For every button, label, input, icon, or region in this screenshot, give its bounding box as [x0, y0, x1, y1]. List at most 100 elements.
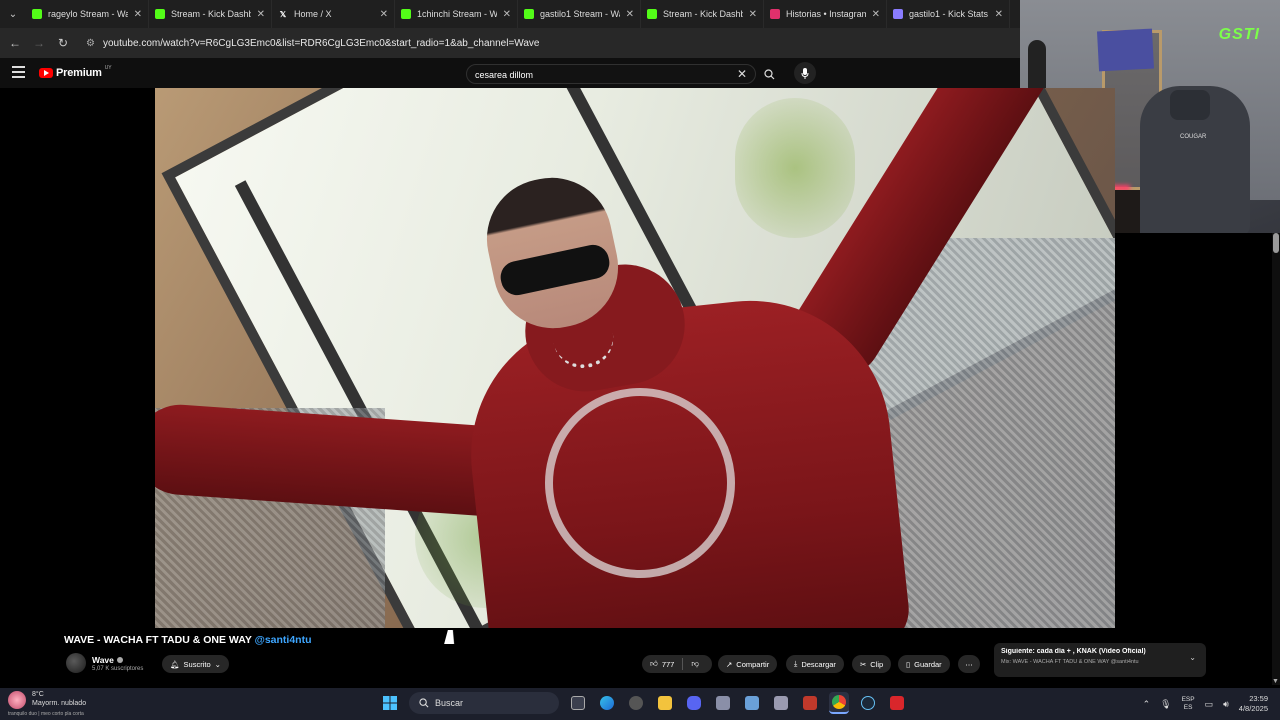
overlay-note: tranquilo duo | meo corto pla corta — [8, 711, 84, 717]
browser-tab[interactable]: 𝕏 Home / X ✕ — [272, 0, 395, 28]
bell-icon: 🔔︎ — [170, 659, 180, 669]
like-dislike-group: 👍︎ 777 👎︎ — [642, 655, 712, 673]
tab-strip: ⌄ rageylo Stream - Wa ✕ Stream - Kick Dash… — [0, 0, 1020, 28]
logo-text: Premium — [56, 67, 102, 79]
browser-tab[interactable]: gastilo1 Stream - Wa ✕ — [518, 0, 641, 28]
scissors-icon: ✂ — [860, 659, 867, 669]
browser-tab[interactable]: Historias • Instagram ✕ — [764, 0, 887, 28]
chrome-icon[interactable] — [829, 692, 849, 714]
clip-label: Clip — [870, 659, 884, 669]
browser-tab[interactable]: Stream - Kick Dashbo ✕ — [149, 0, 272, 28]
close-tab-icon[interactable]: ✕ — [872, 9, 880, 20]
subscriber-count: 5,07 K suscriptores — [92, 665, 144, 672]
back-icon[interactable]: ← — [8, 36, 22, 50]
chevron-up-icon[interactable]: ⌃ — [1143, 699, 1151, 710]
channel-name[interactable]: Wave — [92, 655, 114, 665]
scrollbar-thumb[interactable] — [1273, 233, 1279, 253]
save-label: Guardar — [914, 659, 942, 669]
tab-title: gastilo1 - Kick Stats — [909, 9, 989, 19]
youtube-play-icon — [39, 68, 53, 78]
kick-icon — [401, 9, 411, 19]
close-tab-icon[interactable]: ✕ — [257, 9, 265, 20]
chair-brand: COUGAR — [1180, 134, 1207, 140]
page-scrollbar[interactable]: ▼ — [1272, 233, 1280, 685]
tab-title: Historias • Instagram — [786, 9, 866, 19]
discord-icon[interactable] — [684, 692, 704, 714]
network-icon[interactable]: ▭ — [1205, 699, 1214, 710]
app-icon[interactable] — [771, 692, 791, 714]
browser-tab[interactable]: gastilo1 - Kick Stats ✕ — [887, 0, 1010, 28]
clock[interactable]: 23:59 4/8/2025 — [1239, 694, 1268, 714]
browser-tab[interactable]: rageylo Stream - Wa ✕ — [26, 0, 149, 28]
like-icon[interactable]: 👍︎ — [650, 659, 658, 669]
weather-widget[interactable]: 8°C Mayorm. nublado tranquilo duo | meo … — [8, 691, 86, 717]
subscribed-button[interactable]: 🔔︎ Suscrito ⌄ — [162, 655, 229, 673]
steam-icon[interactable] — [858, 692, 878, 714]
download-button[interactable]: ⤓ Descargar — [786, 655, 844, 673]
kick-icon — [524, 9, 534, 19]
mention-link[interactable]: @santi4ntu — [255, 634, 312, 646]
tab-title: gastilo1 Stream - Wa — [540, 9, 620, 19]
streaming-app-icon[interactable] — [800, 692, 820, 714]
start-button[interactable] — [380, 692, 400, 714]
share-icon: ↗ — [726, 659, 733, 669]
game-app-icon[interactable] — [626, 692, 646, 714]
app-icon[interactable] — [713, 692, 733, 714]
channel-avatar[interactable] — [66, 653, 86, 673]
taskbar: 8°C Mayorm. nublado tranquilo duo | meo … — [0, 688, 1280, 720]
kick-icon — [647, 9, 657, 19]
chevron-down-icon[interactable]: ⌄ — [1189, 653, 1196, 662]
video-player[interactable] — [155, 88, 1115, 628]
search-input[interactable] — [475, 67, 715, 82]
file-explorer-icon[interactable] — [655, 692, 675, 714]
next-up-card[interactable]: Siguiente: cada día + , KNAK (Video Ofic… — [994, 643, 1206, 677]
more-actions-button[interactable]: ⋯ — [958, 655, 980, 673]
youtube-header: Premium UY ✕ — [0, 58, 1020, 88]
share-button[interactable]: ↗ Compartir — [718, 655, 778, 673]
url-field[interactable]: ⚙ youtube.com/watch?v=R6CgLG3Emc0&list=R… — [80, 32, 1020, 54]
edge-icon[interactable] — [597, 692, 617, 714]
close-tab-icon[interactable]: ✕ — [134, 9, 142, 20]
tab-title: Stream - Kick Dashbo — [171, 9, 251, 19]
microphone-icon[interactable]: 🎙︎ — [1160, 699, 1171, 710]
clear-search-icon[interactable]: ✕ — [737, 67, 747, 81]
dislike-icon[interactable]: 👎︎ — [691, 659, 699, 669]
temperature: 8°C — [32, 691, 44, 699]
more-icon: ⋯ — [965, 659, 973, 669]
voice-search-button[interactable] — [794, 62, 816, 84]
x-icon: 𝕏 — [279, 9, 287, 19]
language-indicator[interactable]: ESP ES — [1182, 696, 1195, 713]
task-view-icon[interactable] — [568, 692, 588, 714]
scroll-down-icon[interactable]: ▼ — [1272, 678, 1279, 685]
clip-button[interactable]: ✂ Clip — [852, 655, 892, 673]
save-button[interactable]: ▯ Guardar — [898, 655, 950, 673]
taskbar-search[interactable]: Buscar — [409, 692, 559, 714]
chevron-down-icon: ⌄ — [214, 659, 221, 669]
keyboard-layout: ES — [1183, 704, 1193, 711]
reload-icon[interactable]: ↻ — [56, 36, 70, 50]
close-tab-icon[interactable]: ✕ — [995, 9, 1003, 20]
taskbar-apps: Buscar — [380, 692, 907, 714]
next-up-title: Siguiente: cada día + , KNAK (Video Ofic… — [1001, 648, 1146, 655]
close-tab-icon[interactable]: ✕ — [503, 9, 511, 20]
channel-info: Wave 5,07 K suscriptores — [66, 653, 143, 673]
tab-search-menu[interactable]: ⌄ — [0, 0, 26, 28]
recording-app-icon[interactable] — [887, 692, 907, 714]
taskbar-search-label: Buscar — [435, 698, 464, 708]
like-count[interactable]: 777 — [662, 660, 675, 669]
image-app-icon[interactable] — [742, 692, 762, 714]
forward-icon[interactable]: → — [32, 36, 46, 50]
volume-icon[interactable]: 🔊︎ — [1223, 699, 1229, 710]
search-box: ✕ — [466, 64, 756, 84]
language-code: ESP — [1181, 695, 1195, 703]
youtube-logo[interactable]: Premium UY — [39, 65, 112, 79]
close-tab-icon[interactable]: ✕ — [626, 9, 634, 20]
site-info-icon[interactable]: ⚙ — [86, 38, 95, 49]
browser-tab[interactable]: Stream - Kick Dashbo ✕ — [641, 0, 764, 28]
close-tab-icon[interactable]: ✕ — [380, 9, 388, 20]
search-button[interactable] — [758, 64, 780, 84]
menu-icon[interactable] — [12, 66, 25, 78]
close-tab-icon[interactable]: ✕ — [749, 9, 757, 20]
browser-tab[interactable]: 1chinchi Stream - Wa ✕ — [395, 0, 518, 28]
screen: ⌄ rageylo Stream - Wa ✕ Stream - Kick Dash… — [0, 0, 1280, 720]
